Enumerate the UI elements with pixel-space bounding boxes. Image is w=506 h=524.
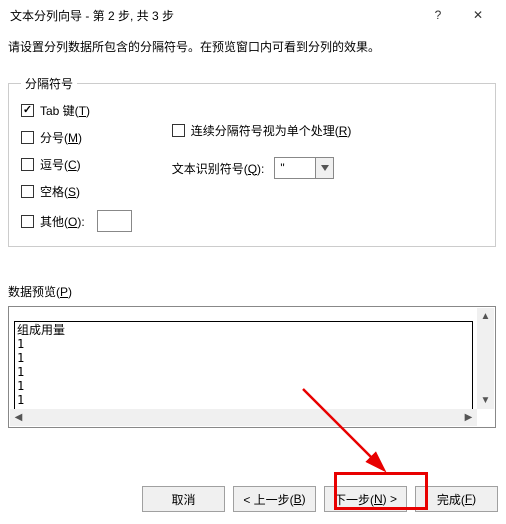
delimiter-legend: 分隔符号 [21,75,77,92]
tab-checkbox-row[interactable]: Tab 键(T) [21,102,132,119]
scroll-right-icon: ▶ [460,409,477,426]
help-button[interactable]: ? [418,1,458,29]
help-icon: ? [435,8,442,22]
finish-button[interactable]: 完成(F) [415,486,498,512]
space-checkbox[interactable] [21,185,34,198]
horizontal-scrollbar[interactable]: ◀ ▶ [10,409,477,426]
scroll-up-icon: ▲ [477,308,494,325]
chevron-down-icon [315,158,333,178]
semicolon-checkbox[interactable] [21,131,34,144]
scroll-down-icon: ▼ [477,392,494,409]
other-checkbox[interactable] [21,215,34,228]
comma-checkbox-row[interactable]: 逗号(C) [21,156,132,173]
scroll-left-icon: ◀ [10,409,27,426]
cancel-button[interactable]: 取消 [142,486,225,512]
text-qualifier-select[interactable]: " [274,157,334,179]
other-checkbox-row[interactable]: 其他(O): [21,210,132,232]
close-button[interactable]: ✕ [458,1,498,29]
next-button[interactable]: 下一步(N) > [324,486,407,512]
text-qualifier-label: 文本识别符号(Q): [172,160,265,177]
back-button[interactable]: < 上一步(B) [233,486,316,512]
space-checkbox-row[interactable]: 空格(S) [21,183,132,200]
preview-content: 组成用量 1 1 1 1 1 [14,321,473,422]
preview-section: 数据预览(P) 组成用量 1 1 1 1 1 ▲ ▼ ◀ ▶ [8,283,496,428]
delimiter-group: 分隔符号 Tab 键(T) 分号(M) 逗号(C) 空格(S) 其他(O): [8,75,496,247]
delimiter-checkbox-column: Tab 键(T) 分号(M) 逗号(C) 空格(S) 其他(O): [21,102,132,232]
text-qualifier-row: 文本识别符号(Q): " [172,157,483,179]
consecutive-checkbox[interactable] [172,124,185,137]
consecutive-checkbox-row[interactable]: 连续分隔符号视为单个处理(R) [172,122,483,139]
footer-buttons: 取消 < 上一步(B) 下一步(N) > 完成(F) [142,486,498,512]
comma-checkbox[interactable] [21,158,34,171]
instruction-text: 请设置分列数据所包含的分隔符号。在预览窗口内可看到分列的效果。 [0,30,506,67]
close-icon: ✕ [473,8,483,22]
vertical-scrollbar[interactable]: ▲ ▼ [477,308,494,409]
text-qualifier-value: " [275,161,315,175]
titlebar: 文本分列向导 - 第 2 步, 共 3 步 ? ✕ [0,0,506,30]
preview-box: 组成用量 1 1 1 1 1 ▲ ▼ ◀ ▶ [8,306,496,428]
window-title: 文本分列向导 - 第 2 步, 共 3 步 [10,7,418,24]
semicolon-checkbox-row[interactable]: 分号(M) [21,129,132,146]
preview-label: 数据预览(P) [8,283,496,300]
tab-checkbox[interactable] [21,104,34,117]
other-delimiter-input[interactable] [97,210,132,232]
